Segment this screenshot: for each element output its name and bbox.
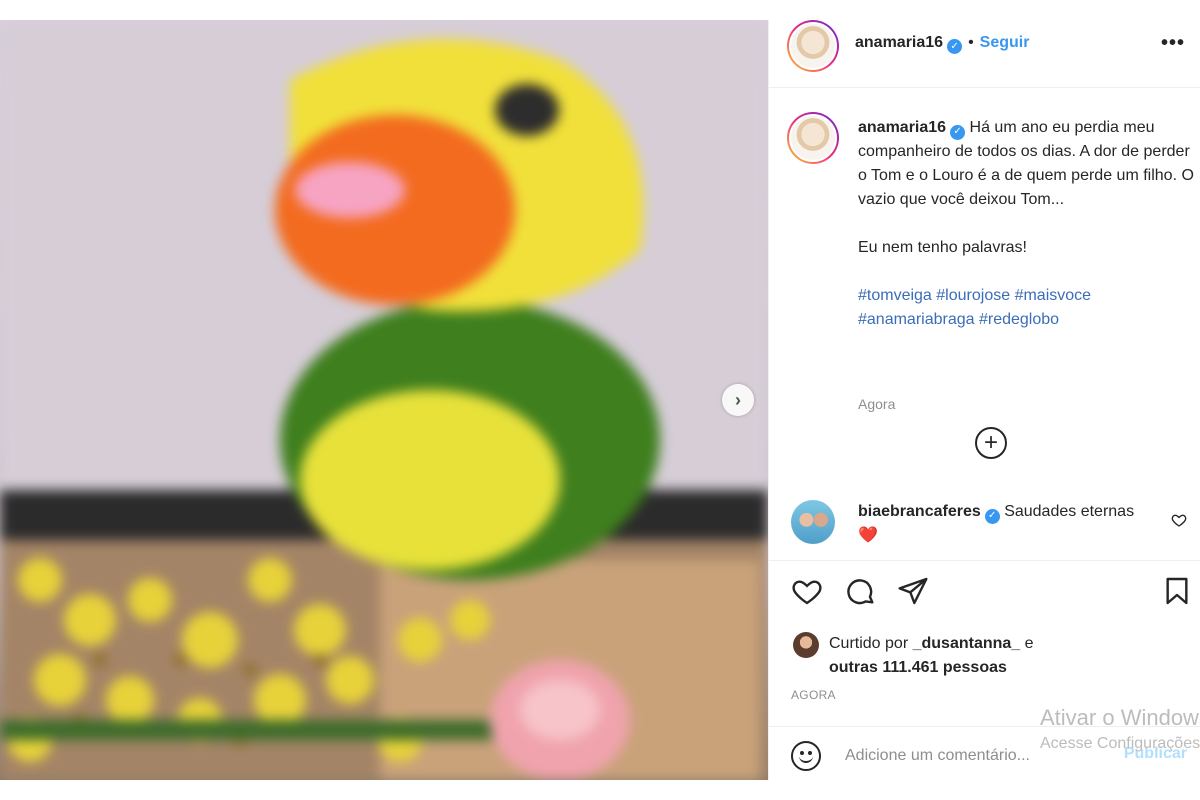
author-username[interactable]: anamaria16 [855,34,943,51]
hashtag-link[interactable]: #maisvoce [1015,287,1091,304]
comment-input[interactable] [845,743,1095,769]
author-avatar[interactable] [787,20,839,72]
instagram-post-page: › anamaria16 ✓ • Seguir ••• anamaria16 ✓ Há … [0,0,1200,800]
more-options-icon[interactable]: ••• [1161,32,1185,55]
publish-button[interactable]: Publicar [1124,745,1187,763]
hashtag-link[interactable]: #tomveiga [858,287,932,304]
commenter-username[interactable]: biaebrancaferes [858,503,981,520]
caption-author-avatar[interactable] [787,112,839,164]
post-sidebar: anamaria16 ✓ • Seguir ••• anamaria16 ✓ Há um… [768,20,1200,780]
save-bookmark-icon[interactable] [1161,575,1193,607]
comment-text: biaebrancaferes ✓ Saudades eternas ❤️ [858,500,1158,548]
verified-badge-icon: ✓ [984,508,1000,524]
add-comment-bar: Publicar [769,726,1200,780]
likes-count-link[interactable]: outras 111.461 pessoas [829,659,1007,676]
post-actions-bar [769,560,1200,620]
post-header: anamaria16 ✓ • Seguir ••• [769,20,1200,88]
verified-badge-icon: ✓ [950,124,966,140]
hashtag-link[interactable]: #redeglobo [979,311,1059,328]
post-timestamp: AGORA [791,688,836,702]
caption-username[interactable]: anamaria16 [858,119,946,136]
liker-avatar[interactable] [793,632,819,658]
dot-separator: • [968,34,974,51]
verified-badge-icon: ✓ [947,39,963,54]
likes-text: Curtido por _dusantanna_ e outras 111.46… [829,635,1034,676]
caption-timestamp: Agora [858,396,896,412]
heart-emoji: ❤️ [858,527,878,544]
hashtag-link[interactable]: #anamariabraga [858,311,975,328]
like-comment-heart-icon[interactable] [1171,512,1187,528]
caption-paragraph: anamaria16 ✓ Há um ano eu perdia meu comp… [858,119,1194,208]
carousel-next-button[interactable]: › [722,384,754,416]
caption-paragraph: Eu nem tenho palavras! [858,239,1027,256]
post-image[interactable] [0,20,768,780]
hashtag-link[interactable]: #lourojose [936,287,1010,304]
chevron-right-icon: › [735,389,741,410]
emoji-smiley-icon[interactable] [791,741,821,771]
caption-text: anamaria16 ✓ Há um ano eu perdia meu comp… [858,116,1198,356]
like-heart-icon[interactable] [791,575,823,607]
commenter-avatar[interactable] [791,500,835,544]
plus-circle-icon[interactable]: + [975,427,1007,459]
hashtag-list: #tomveiga #lourojose #maisvoce #anamaria… [858,284,1198,332]
share-send-icon[interactable] [897,575,929,607]
comment-bubble-icon[interactable] [845,575,877,607]
author-row: anamaria16 ✓ • Seguir [855,34,1029,54]
follow-button[interactable]: Seguir [980,34,1030,51]
liker-username[interactable]: _dusantanna_ [913,635,1021,652]
parrot-photo [0,20,768,780]
comment-body: Saudades eternas [1004,503,1135,520]
